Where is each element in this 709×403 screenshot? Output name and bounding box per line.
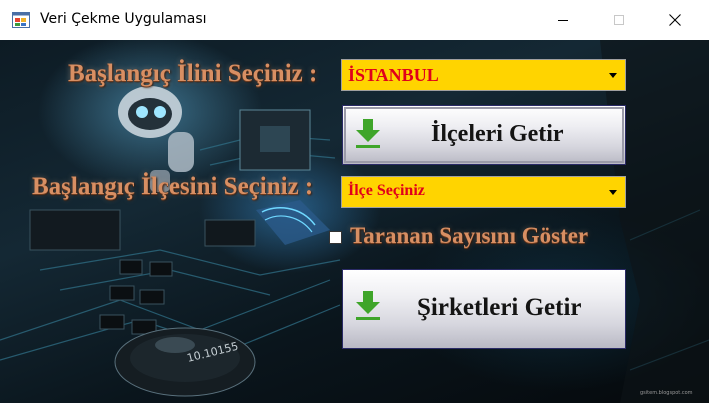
district-select-value: İlçe Seçiniz [348, 182, 425, 199]
window-title: Veri Çekme Uygulaması [40, 11, 207, 27]
get-districts-button[interactable]: İlçeleri Getir [342, 105, 626, 165]
download-arrow-icon [356, 119, 380, 148]
district-select[interactable]: İlçe Seçiniz [341, 176, 626, 208]
title-bar: Veri Çekme Uygulaması [0, 0, 709, 40]
app-window-icon [12, 12, 30, 28]
maximize-icon [614, 15, 624, 25]
download-arrow-icon [356, 291, 380, 320]
start-city-label: Başlangıç İlini Seçiniz : [68, 60, 318, 87]
form-client-area: 10.10155 Başlangıç İlini Seçiniz : İSTAN… [0, 40, 709, 403]
show-count-checkbox-label[interactable]: Taranan Sayısını Göster [350, 223, 588, 249]
get-companies-button[interactable]: Şirketleri Getir [342, 269, 626, 349]
maximize-button[interactable] [596, 0, 642, 40]
city-select-value: İSTANBUL [348, 65, 439, 85]
get-districts-label: İlçeleri Getir [431, 121, 564, 147]
start-district-label: Başlangıç İlçesini Seçiniz : [32, 173, 314, 200]
chevron-down-icon[interactable] [609, 190, 617, 195]
close-button[interactable] [652, 0, 698, 40]
watermark: gsitem.blogspot.com [640, 390, 693, 396]
close-icon [669, 14, 681, 26]
minimize-icon [558, 20, 568, 21]
show-count-checkbox[interactable] [329, 231, 342, 244]
get-companies-label: Şirketleri Getir [417, 294, 582, 321]
city-select[interactable]: İSTANBUL [341, 59, 626, 91]
chevron-down-icon[interactable] [609, 73, 617, 78]
minimize-button[interactable] [540, 0, 586, 40]
capacitor [114, 327, 256, 397]
